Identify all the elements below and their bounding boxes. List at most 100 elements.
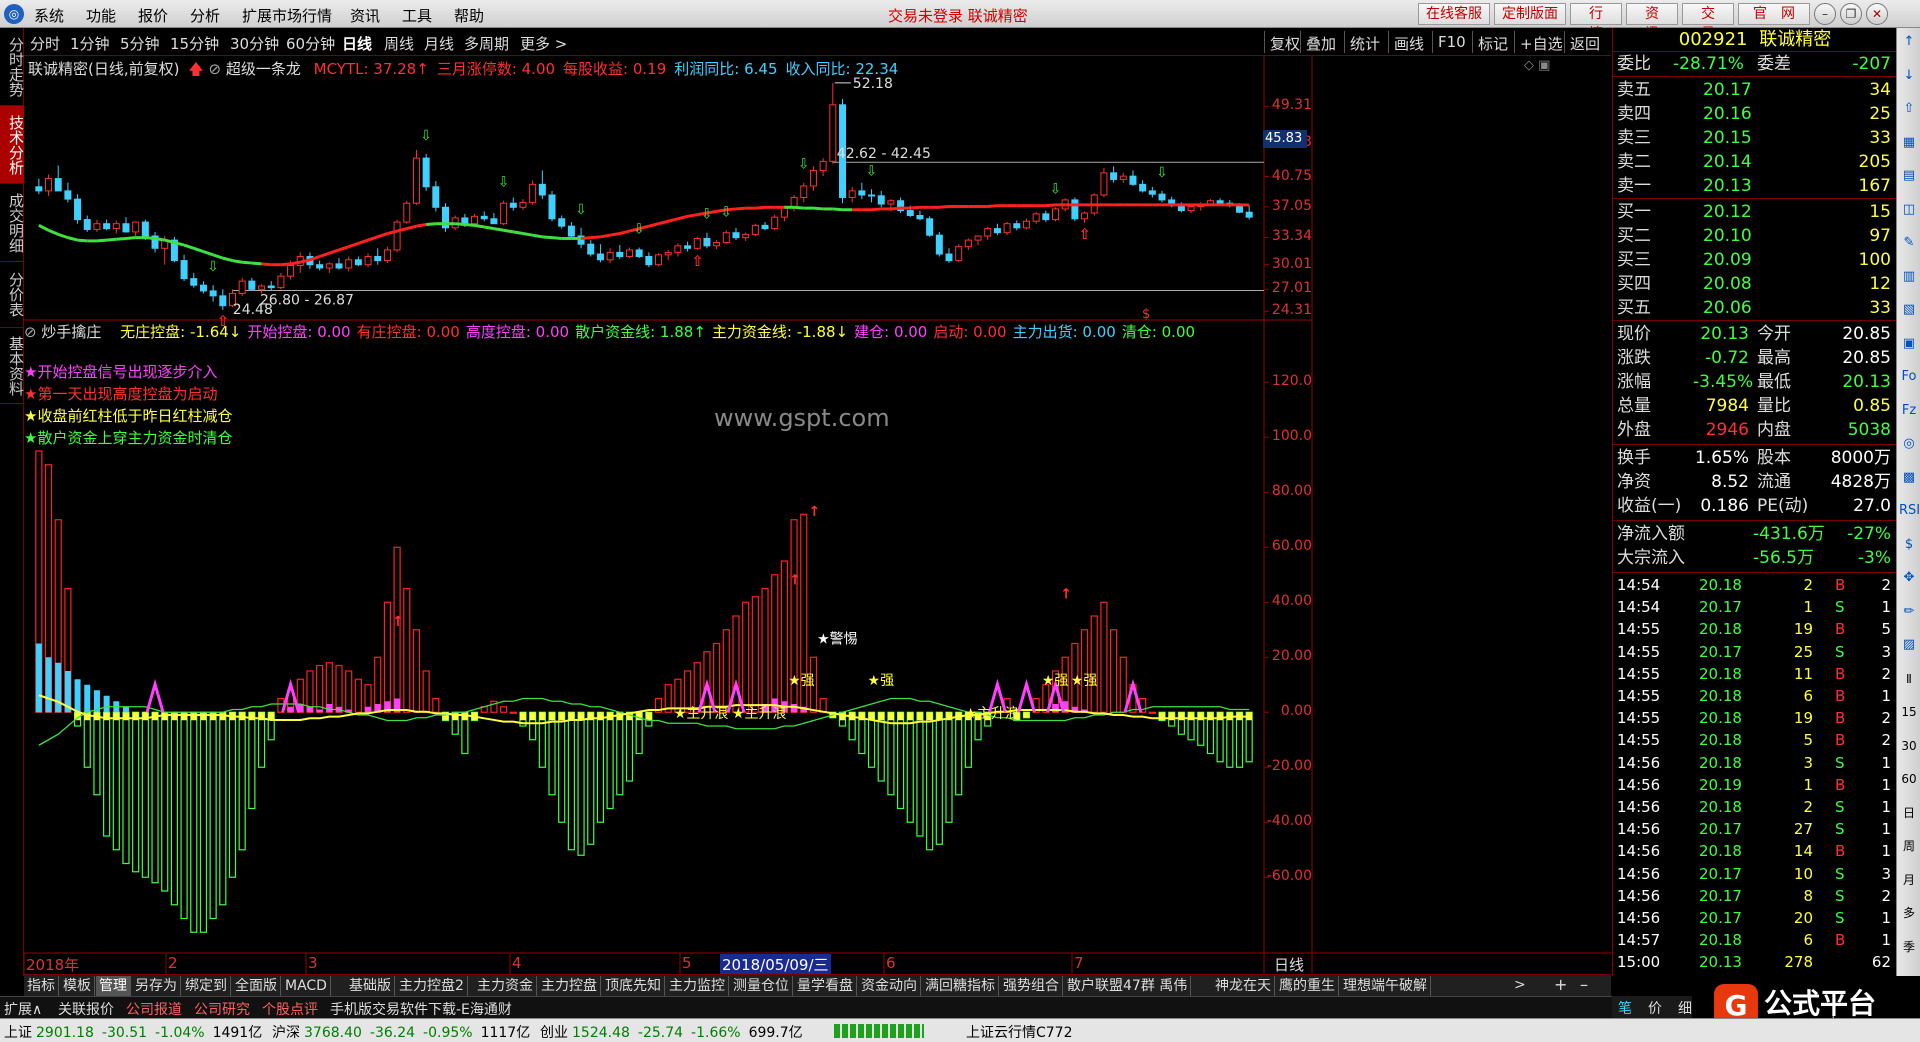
indicator-tab-12[interactable]: 主力监控: [666, 976, 729, 996]
chart-tool-3[interactable]: 画线: [1394, 33, 1424, 54]
tool-icon-7[interactable]: ▥: [1899, 267, 1919, 287]
chart-tool-5[interactable]: 标记: [1478, 33, 1508, 54]
tool-icon-3[interactable]: ▦: [1899, 133, 1919, 153]
tool-icon-2[interactable]: ⇧: [1899, 99, 1919, 119]
minimize-button[interactable]: –: [1814, 3, 1836, 25]
indicator-tab-17[interactable]: 强势组合: [1000, 976, 1063, 996]
indicator-tab-11[interactable]: 顶底先知: [602, 976, 665, 996]
chart-tool-1[interactable]: 叠加: [1306, 33, 1336, 54]
top-button-5[interactable]: 官 网: [1738, 3, 1810, 25]
indicator-tab-3[interactable]: 另存为: [132, 976, 181, 996]
left-tab-1[interactable]: 技术分析: [0, 106, 25, 184]
settings-icon[interactable]: ⊘: [24, 323, 37, 341]
indicator-tab-20[interactable]: 鹰的重生: [1276, 976, 1339, 996]
period-10[interactable]: 更多 >: [520, 33, 567, 54]
restore-button[interactable]: ❐: [1840, 3, 1862, 25]
top-button-4[interactable]: 交 易: [1682, 3, 1734, 42]
indicator-tab-7[interactable]: 基础版: [346, 976, 395, 996]
tab-scroll-right-icon[interactable]: >: [1514, 977, 1526, 993]
sub-indicator-name[interactable]: 炒手擒庄: [41, 323, 101, 341]
period-0[interactable]: 分时: [30, 33, 60, 54]
tool-icon-4[interactable]: ▤: [1899, 166, 1919, 186]
tool-icon-0[interactable]: ↑: [1899, 32, 1919, 52]
chart-tool-0[interactable]: 复权: [1270, 33, 1300, 54]
chart-area[interactable]: ⇩ ⇩ ⇩ ⇩ ⇩ ⇩ ⇩ ⇩ ⇩ ⇩ ⇩ ⇧ ⇧ ⇧ 52.18 24.48 42.62 - 42.45 26.…: [24, 56, 1612, 975]
tool-icon-22[interactable]: 60: [1899, 769, 1919, 789]
tool-icon-13[interactable]: ▩: [1899, 468, 1919, 488]
tool-icon-17[interactable]: ✏: [1899, 602, 1919, 622]
news-item-3[interactable]: 公司研究: [194, 999, 250, 1019]
news-item-5[interactable]: 手机版交易软件下载-E海通财: [330, 999, 512, 1019]
period-5[interactable]: 60分钟: [286, 33, 335, 54]
tool-icon-6[interactable]: ✎: [1899, 233, 1919, 253]
main-indicator-name[interactable]: 超级一条龙: [226, 60, 301, 78]
tool-icon-1[interactable]: ↓: [1899, 66, 1919, 86]
period-7[interactable]: 周线: [384, 33, 414, 54]
top-button-3[interactable]: 资 讯: [1626, 3, 1678, 42]
tool-icon-14[interactable]: RSI: [1899, 501, 1920, 521]
index-0[interactable]: 上证 2901.18 -30.51 -1.04% 1491亿: [4, 1022, 262, 1042]
menu-1[interactable]: 功能: [86, 5, 116, 26]
left-tab-4[interactable]: 基本资料: [0, 328, 25, 404]
menu-0[interactable]: 系统: [34, 5, 64, 26]
tool-icon-21[interactable]: 30: [1899, 736, 1919, 756]
tool-icon-8[interactable]: ▧: [1899, 300, 1919, 320]
tick-tab-1[interactable]: 价: [1648, 998, 1662, 1018]
tool-icon-26[interactable]: 多: [1899, 903, 1919, 923]
top-button-1[interactable]: 定制版面: [1494, 3, 1566, 25]
tick-tab-0[interactable]: 笔: [1618, 998, 1632, 1018]
tool-icon-18[interactable]: ▨: [1899, 635, 1919, 655]
menu-4[interactable]: 扩展市场行情: [242, 5, 332, 26]
period-9[interactable]: 多周期: [464, 33, 509, 54]
tool-icon-20[interactable]: 15: [1899, 702, 1919, 722]
tool-icon-16[interactable]: ✥: [1899, 568, 1919, 588]
zoom-in-icon[interactable]: +: [1554, 975, 1567, 994]
indicator-tab-14[interactable]: 量学看盘: [794, 976, 857, 996]
settings-icon[interactable]: ⊘: [208, 60, 221, 78]
indicator-tab-10[interactable]: 主力控盘: [538, 976, 601, 996]
indicator-tab-1[interactable]: 模板: [60, 976, 95, 996]
period-2[interactable]: 5分钟: [120, 33, 160, 54]
menu-6[interactable]: 工具: [402, 5, 432, 26]
tick-tab-2[interactable]: 细: [1678, 998, 1692, 1018]
tool-icon-24[interactable]: 周: [1899, 836, 1919, 856]
chart-svg[interactable]: ⇩⇩⇩⇩⇩⇩ ⇩⇩ ⇩⇩⇩⇧⇧⇧52.1824.4842.62 - 42.4526.…: [24, 56, 1612, 974]
indicator-tab-16[interactable]: 满回糖指标: [922, 976, 999, 996]
left-tab-3[interactable]: 分价表: [0, 262, 25, 328]
period-4[interactable]: 30分钟: [230, 33, 279, 54]
zoom-out-icon[interactable]: –: [1580, 975, 1588, 994]
index-1[interactable]: 沪深 3768.40 -36.24 -0.95% 1117亿: [272, 1022, 530, 1042]
tool-icon-23[interactable]: 日: [1899, 803, 1919, 823]
chart-tool-7[interactable]: 返回: [1570, 33, 1600, 54]
tool-icon-27[interactable]: 季: [1899, 937, 1919, 957]
tool-icon-15[interactable]: $: [1899, 535, 1919, 555]
indicator-tab-15[interactable]: 资金动向: [858, 976, 921, 996]
tool-icon-10[interactable]: Fo: [1899, 367, 1919, 387]
indicator-tab-2[interactable]: 管理: [96, 976, 131, 996]
tool-icon-19[interactable]: Ⅱ: [1899, 669, 1919, 689]
chart-tool-4[interactable]: F10: [1438, 33, 1466, 51]
menu-3[interactable]: 分析: [190, 5, 220, 26]
chart-tool-2[interactable]: 统计: [1350, 33, 1380, 54]
top-button-0[interactable]: 在线客服: [1418, 3, 1490, 25]
menu-7[interactable]: 帮助: [454, 5, 484, 26]
news-item-2[interactable]: 公司报道: [126, 999, 182, 1019]
news-item-0[interactable]: 扩展∧: [4, 999, 42, 1019]
left-tab-0[interactable]: 分时走势: [0, 28, 25, 106]
menu-2[interactable]: 报价: [138, 5, 168, 26]
menu-5[interactable]: 资讯: [350, 5, 380, 26]
indicator-tab-18[interactable]: 散户联盟47群 禹伟: [1064, 976, 1192, 996]
indicator-tab-13[interactable]: 测量仓位: [730, 976, 793, 996]
indicator-tab-5[interactable]: 全面版: [232, 976, 281, 996]
period-1[interactable]: 1分钟: [70, 33, 110, 54]
indicator-tab-0[interactable]: 指标: [24, 976, 59, 996]
indicator-tab-4[interactable]: 绑定到: [182, 976, 231, 996]
indicator-tab-9[interactable]: 主力资金: [474, 976, 537, 996]
period-8[interactable]: 月线: [424, 33, 454, 54]
tool-icon-11[interactable]: Fz: [1899, 401, 1919, 421]
indicator-tab-8[interactable]: 主力控盘2: [396, 976, 468, 996]
tool-icon-5[interactable]: ◫: [1899, 200, 1919, 220]
chart-tool-6[interactable]: +自选: [1520, 33, 1563, 54]
tool-icon-9[interactable]: ▣: [1899, 334, 1919, 354]
tool-icon-25[interactable]: 月: [1899, 870, 1919, 890]
